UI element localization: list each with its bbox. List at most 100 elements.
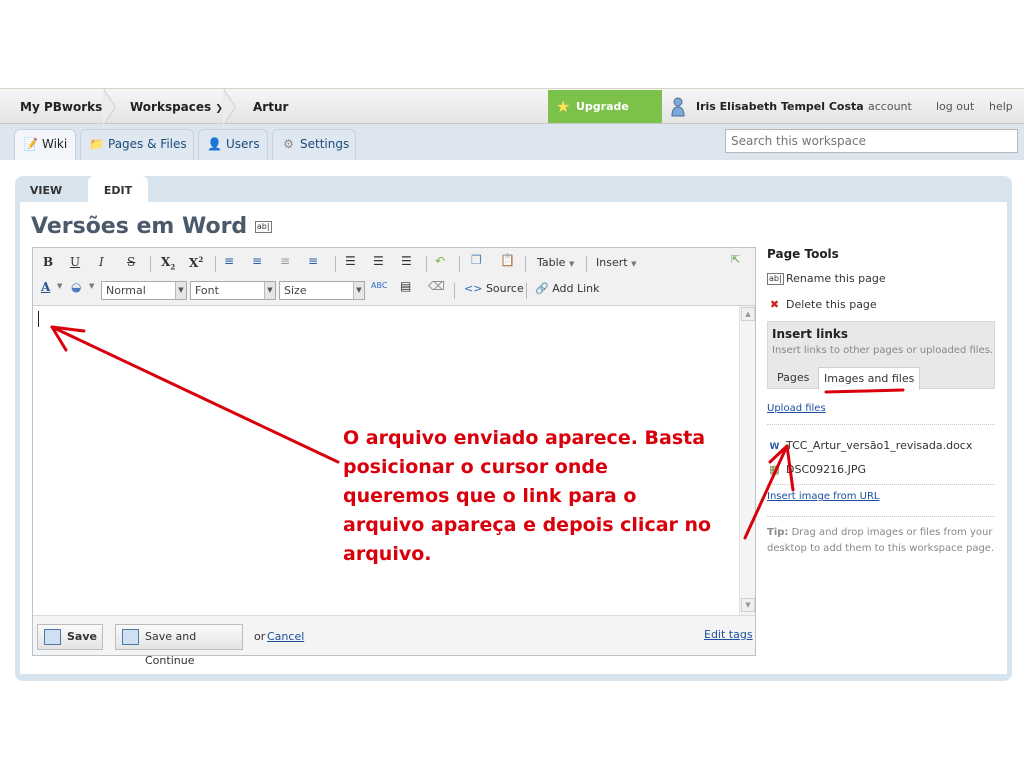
tab-settings[interactable]: ⚙ Settings: [272, 129, 356, 160]
toolbar-divider: [215, 256, 216, 272]
horizontal-rule-icon[interactable]: ▤: [400, 279, 411, 293]
tab-pages-files[interactable]: 📁 Pages & Files: [80, 129, 194, 160]
breadcrumb-workspaces[interactable]: Workspaces ❯: [130, 89, 223, 125]
toolbar-divider: [459, 256, 460, 272]
eraser-icon[interactable]: ⌫: [428, 279, 445, 293]
image-file-icon: ▦: [769, 463, 780, 476]
add-link-button[interactable]: 🔗 Add Link: [535, 282, 600, 295]
edit-tags-link[interactable]: Edit tags: [704, 628, 753, 641]
undo-icon[interactable]: ↶: [435, 254, 445, 268]
rename-icon: ab|: [767, 273, 784, 285]
page-tools-sidebar: Page Tools ab| Rename this page ✖ Delete t…: [767, 247, 1001, 577]
upgrade-button[interactable]: ★ Upgrade Now!: [548, 90, 662, 146]
or-text: or: [254, 630, 266, 643]
bulleted-list-icon[interactable]: ≡: [224, 254, 234, 268]
file-item[interactable]: ▦ DSC09216.JPG: [767, 463, 866, 476]
fullscreen-icon[interactable]: ⇱: [731, 253, 740, 266]
rename-icon[interactable]: ab|: [254, 221, 272, 233]
underline-icon[interactable]: U: [70, 255, 80, 269]
users-icon: 👤: [207, 137, 222, 151]
logout-link[interactable]: log out: [936, 89, 974, 125]
tab-edit[interactable]: EDIT: [88, 176, 148, 202]
table-menu[interactable]: Table ▼: [537, 256, 574, 269]
font-select-value: Font: [195, 284, 219, 297]
format-select[interactable]: Normal ▼: [101, 281, 187, 300]
tab-view[interactable]: VIEW: [20, 176, 72, 202]
tab-label: Users: [226, 137, 260, 151]
save-and-continue-button[interactable]: Save and Continue: [115, 624, 243, 667]
annotation-line: O arquivo enviado aparece. Basta: [343, 427, 706, 449]
word-doc-icon: W: [769, 442, 780, 452]
search-input[interactable]: [725, 129, 1018, 153]
page-title-text: Versões em Word: [31, 214, 248, 239]
help-link[interactable]: help: [989, 89, 1013, 125]
size-select-value: Size: [284, 284, 307, 297]
tab-label: Pages & Files: [108, 137, 187, 151]
breadcrumb-current[interactable]: Artur: [253, 89, 288, 125]
wiki-icon: 📝: [23, 137, 38, 151]
tip-body: Drag and drop images or files from your …: [767, 527, 995, 554]
breadcrumb-separator: [223, 89, 238, 125]
format-select-value: Normal: [106, 284, 146, 297]
insert-menu[interactable]: Insert ▼: [596, 256, 636, 269]
user-name[interactable]: Iris Elisabeth Tempel Costa: [696, 89, 864, 125]
chevron-down-icon: ▼: [568, 260, 575, 268]
file-item[interactable]: W TCC_Artur_versão1_revisada.docx: [767, 439, 973, 452]
editor-toolbar: B U I S X2 X2 ≡ ≡ ≡ ≡ ☰ ☰ ☰ ↶ ❐ 📋 Table …: [33, 248, 755, 306]
top-bar: My PBworks Workspaces ❯ Artur ★ Upgrade …: [0, 88, 1024, 146]
toolbar-divider: [150, 256, 151, 272]
chevron-down-icon[interactable]: ▼: [89, 282, 94, 290]
divider: [767, 424, 995, 425]
account-link[interactable]: account: [868, 89, 912, 125]
toolbar-divider: [454, 283, 455, 299]
tip-label: Tip:: [767, 527, 789, 538]
chevron-down-icon: ▼: [264, 282, 275, 299]
subscript-icon[interactable]: X2: [161, 255, 175, 271]
text-cursor: [38, 311, 39, 327]
rename-page-link[interactable]: ab| Rename this page: [767, 272, 886, 285]
tab-images-and-files[interactable]: Images and files: [818, 367, 921, 390]
numbered-list-icon[interactable]: ≡: [252, 254, 262, 268]
tab-wiki[interactable]: 📝 Wiki: [14, 129, 76, 160]
gear-icon: ⚙: [283, 137, 294, 151]
outdent-icon[interactable]: ≡: [280, 254, 290, 268]
tab-users[interactable]: 👤 Users: [198, 129, 268, 160]
editor-footer: Save Save and Continue or Cancel Edit ta…: [33, 615, 755, 667]
add-link-label: Add Link: [552, 282, 600, 295]
spellcheck-icon[interactable]: ABC: [371, 281, 387, 290]
cancel-link[interactable]: Cancel: [267, 630, 304, 643]
size-select[interactable]: Size ▼: [279, 281, 365, 300]
scroll-up-icon[interactable]: ▲: [741, 307, 755, 321]
scroll-down-icon[interactable]: ▼: [741, 598, 755, 612]
font-select[interactable]: Font ▼: [190, 281, 276, 300]
annotation-line: queremos que o link para o: [343, 485, 637, 507]
copy-icon[interactable]: ❐: [471, 253, 482, 267]
align-right-icon[interactable]: ☰: [401, 254, 412, 268]
bold-icon[interactable]: B: [43, 255, 53, 269]
delete-page-link[interactable]: ✖ Delete this page: [767, 298, 877, 311]
upload-files-link[interactable]: Upload files: [767, 403, 826, 414]
toolbar-divider: [335, 256, 336, 272]
highlight-icon[interactable]: ◒: [71, 280, 81, 294]
strikethrough-icon[interactable]: S: [127, 255, 135, 269]
italic-icon[interactable]: I: [99, 255, 104, 269]
paste-icon[interactable]: 📋: [500, 253, 515, 267]
file-name: DSC09216.JPG: [786, 463, 867, 476]
align-left-icon[interactable]: ☰: [345, 254, 356, 268]
insert-links-box: Insert links Insert links to other pages…: [767, 321, 995, 390]
indent-icon[interactable]: ≡: [308, 254, 318, 268]
save-button[interactable]: Save: [37, 624, 103, 650]
chevron-down-icon[interactable]: ▼: [57, 282, 62, 290]
insert-links-description: Insert links to other pages or uploaded …: [772, 345, 994, 356]
superscript-icon[interactable]: X2: [189, 255, 203, 270]
text-color-icon[interactable]: A: [41, 280, 50, 294]
source-button[interactable]: <> Source: [464, 282, 524, 295]
star-icon: ★: [556, 97, 571, 116]
tab-pages[interactable]: Pages: [772, 367, 814, 390]
align-center-icon[interactable]: ☰: [373, 254, 384, 268]
breadcrumb-home[interactable]: My PBworks: [20, 89, 102, 125]
rename-label: Rename this page: [786, 272, 886, 285]
folder-icon: 📁: [89, 137, 104, 151]
chevron-down-icon: ▼: [175, 282, 186, 299]
insert-image-url-link[interactable]: Insert image from URL: [767, 491, 879, 502]
